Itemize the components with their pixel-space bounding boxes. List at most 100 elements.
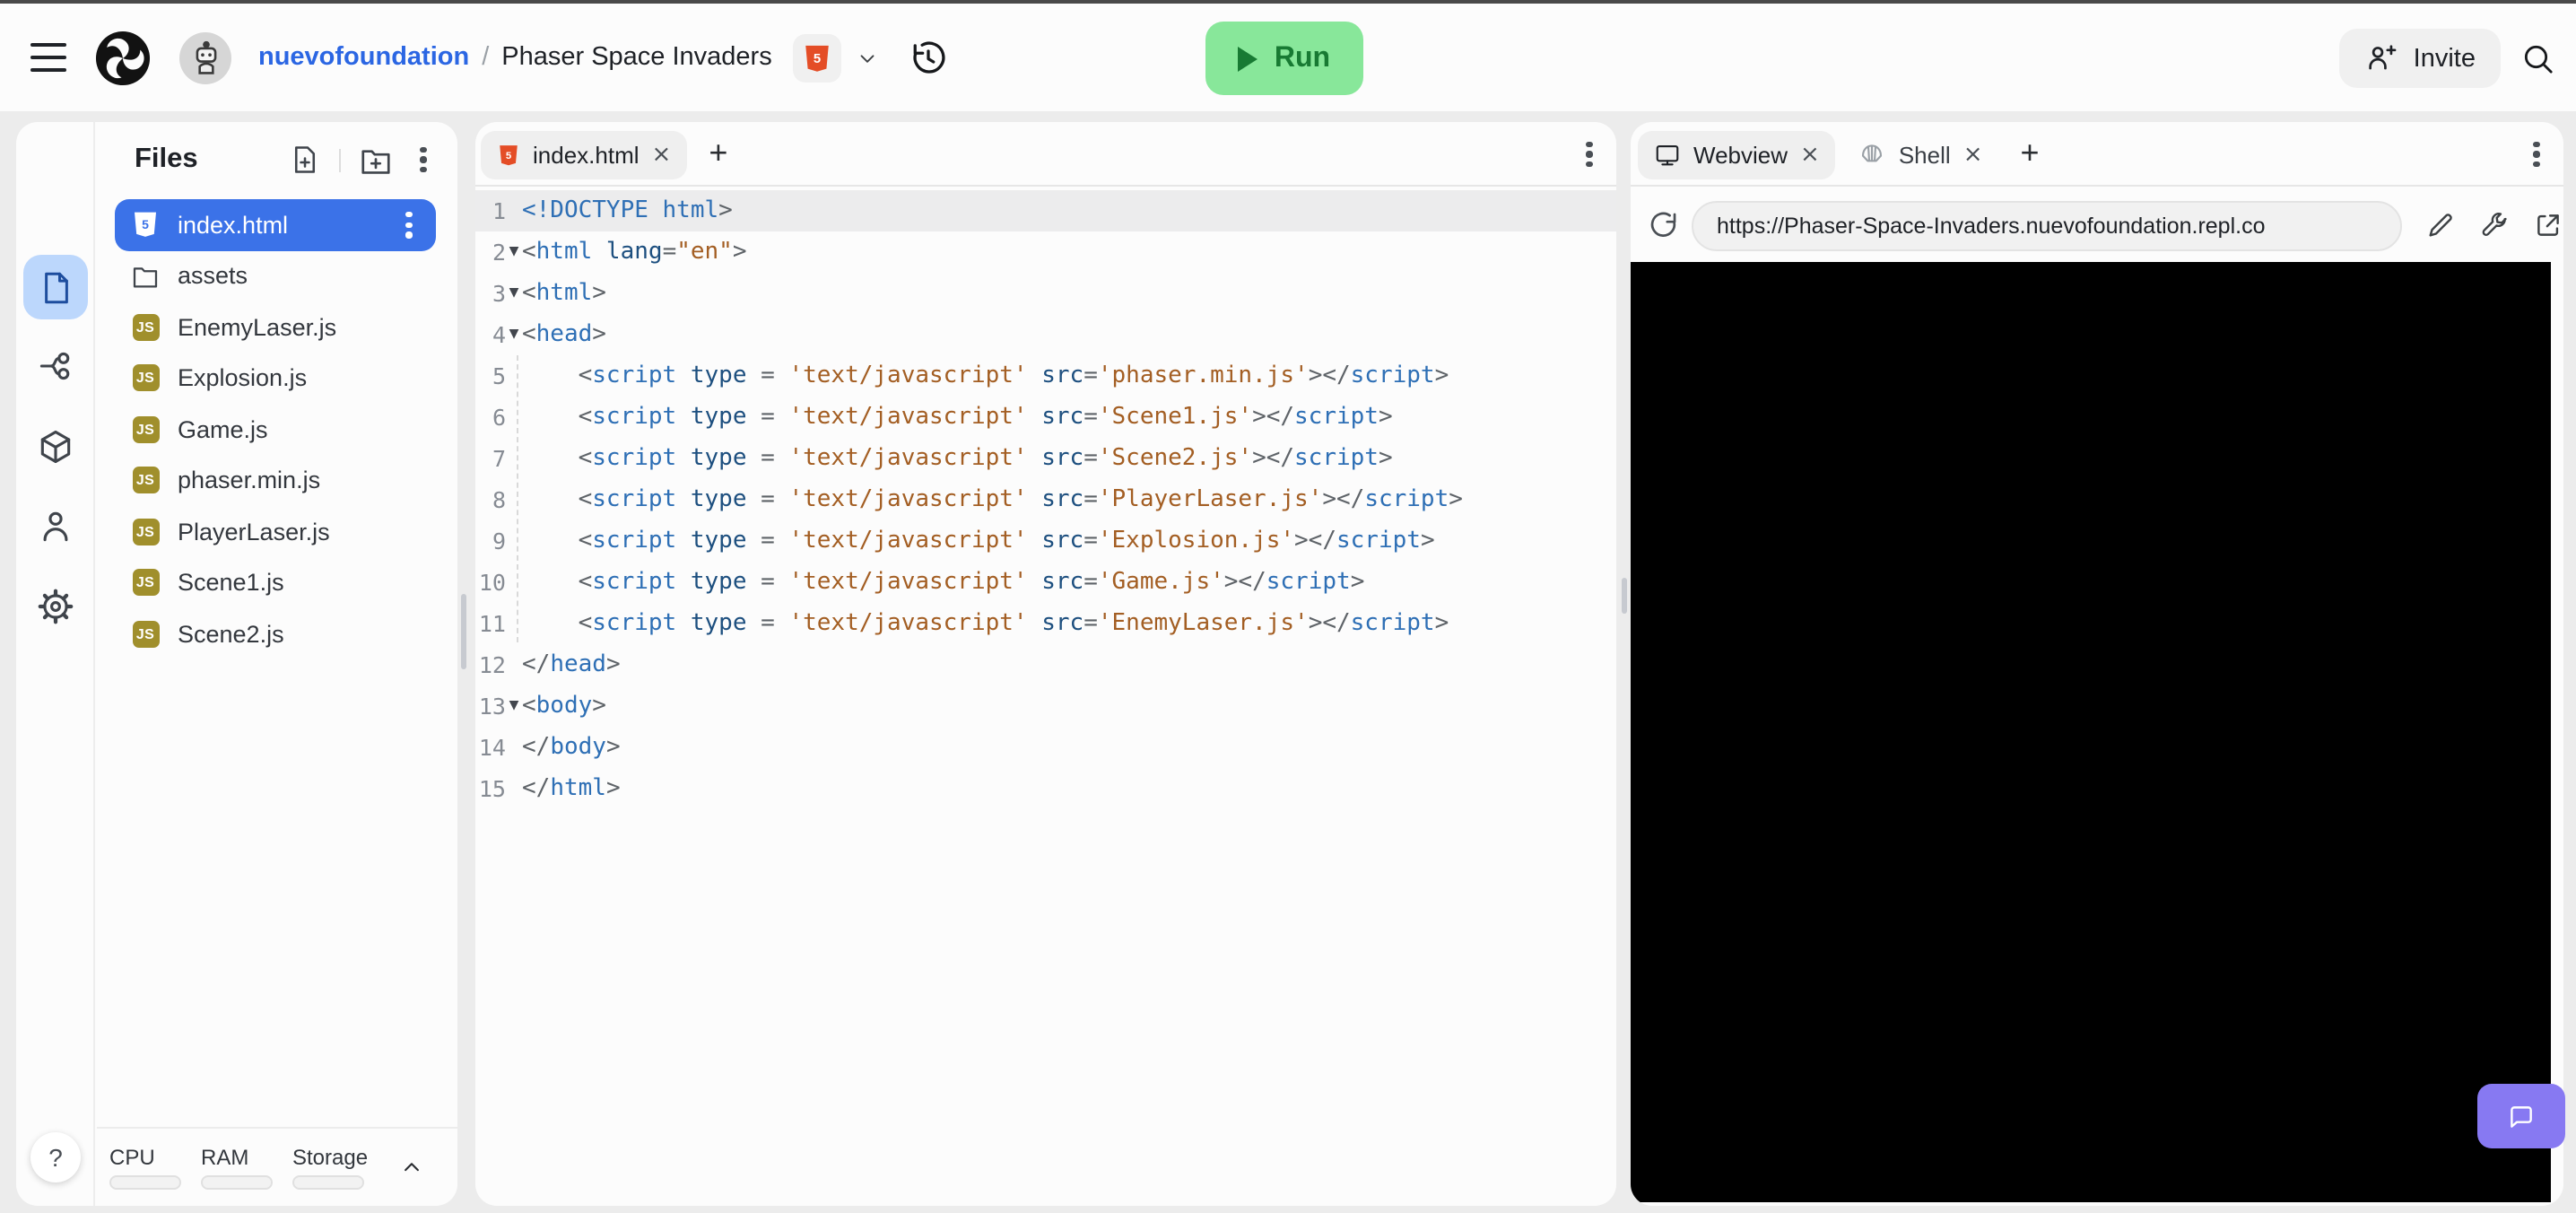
- code-line-2: 2 ▼ <html lang="en">: [475, 231, 1616, 273]
- code-text: </head>: [522, 651, 621, 678]
- tab-index-html[interactable]: 5 index.html ×: [481, 130, 688, 179]
- resource-meter-storage: Storage: [292, 1145, 368, 1190]
- webview-content[interactable]: [1631, 261, 2551, 1202]
- file-row-PlayerLaser.js[interactable]: JS PlayerLaser.js: [115, 506, 436, 557]
- file-row-Game.js[interactable]: JS Game.js: [115, 404, 436, 455]
- tab-shell[interactable]: Shell ×: [1843, 130, 1999, 179]
- url-input[interactable]: [1692, 200, 2402, 250]
- fold-gutter: [506, 727, 522, 768]
- js-icon: JS: [131, 415, 160, 444]
- files-section: Files 5 index.html assets JS EnemyLaser.js JS…: [97, 122, 457, 1206]
- editor-scrollbar-thumb[interactable]: [1621, 578, 1627, 614]
- editor-panel: 5 index.html × + 1 <!DOCTYPE html> 2 ▼ <html…: [475, 122, 1616, 1206]
- sidebar-item-files[interactable]: [23, 255, 88, 319]
- search-icon[interactable]: [2520, 41, 2556, 77]
- invite-button-label: Invite: [2413, 44, 2476, 73]
- fold-arrow-icon[interactable]: ▼: [506, 685, 522, 727]
- webview-menu-kebab[interactable]: [2524, 136, 2549, 172]
- code-line-15: 15 </html>: [475, 768, 1616, 809]
- close-tab-icon[interactable]: ×: [652, 143, 672, 166]
- files-panel-title: Files: [135, 144, 198, 174]
- code-editor[interactable]: 1 <!DOCTYPE html> 2 ▼ <html lang="en"> 3 ▼ <htm…: [475, 190, 1616, 809]
- new-tab-button[interactable]: +: [2021, 135, 2040, 172]
- project-language-badge[interactable]: 5: [793, 33, 842, 82]
- html5-icon: 5: [805, 44, 830, 71]
- code-text: </body>: [522, 734, 621, 761]
- line-number: 7: [492, 445, 506, 472]
- file-row-Explosion.js[interactable]: JS Explosion.js: [115, 353, 436, 404]
- file-list: 5 index.html assets JS EnemyLaser.js JS Explos…: [115, 199, 436, 659]
- fold-gutter: [506, 438, 522, 479]
- chevron-down-icon[interactable]: [857, 46, 880, 69]
- gear-icon: [38, 589, 74, 624]
- new-tab-button[interactable]: +: [709, 135, 727, 172]
- add-folder-button[interactable]: [359, 143, 393, 177]
- fold-arrow-icon[interactable]: ▼: [506, 314, 522, 355]
- file-name: Scene2.js: [178, 620, 284, 648]
- replit-logo[interactable]: [95, 30, 151, 85]
- close-tab-icon[interactable]: ×: [1800, 143, 1820, 166]
- sidebar-item-settings[interactable]: [23, 574, 88, 639]
- breadcrumb-project-title: Phaser Space Invaders: [501, 43, 772, 72]
- sidebar-item-version-control[interactable]: [23, 334, 88, 398]
- invite-button[interactable]: Invite: [2339, 29, 2501, 88]
- hamburger-menu-button[interactable]: [29, 38, 68, 77]
- file-row-Scene1.js[interactable]: JS Scene1.js: [115, 557, 436, 608]
- tab-webview[interactable]: Webview ×: [1638, 130, 1836, 179]
- add-file-button[interactable]: [289, 144, 321, 176]
- js-icon: JS: [131, 569, 160, 598]
- file-name: phaser.min.js: [178, 467, 321, 494]
- close-tab-icon[interactable]: ×: [1963, 143, 1983, 166]
- robot-avatar-icon: [195, 40, 216, 74]
- line-number: 8: [492, 486, 506, 513]
- file-row-index.html[interactable]: 5 index.html: [115, 199, 436, 250]
- file-row-EnemyLaser.js[interactable]: JS EnemyLaser.js: [115, 301, 436, 353]
- refresh-icon[interactable]: [1647, 208, 1681, 242]
- file-row-phaser.min.js[interactable]: JS phaser.min.js: [115, 455, 436, 506]
- sidebar-item-packages[interactable]: [23, 415, 88, 479]
- breadcrumb: nuevofoundation / Phaser Space Invaders: [258, 43, 772, 72]
- sidebar-item-account[interactable]: [23, 493, 88, 558]
- files-scrollbar-thumb[interactable]: [460, 594, 466, 669]
- resource-progress-bar: [201, 1175, 273, 1190]
- run-button[interactable]: Run: [1205, 22, 1363, 95]
- code-line-13: 13 ▼ <body>: [475, 685, 1616, 727]
- avatar[interactable]: [179, 31, 231, 83]
- history-icon[interactable]: [909, 37, 950, 78]
- svg-text:5: 5: [814, 51, 822, 65]
- edit-url-pencil-icon[interactable]: [2425, 210, 2456, 240]
- cube-icon: [40, 430, 71, 464]
- fold-arrow-icon[interactable]: ▼: [506, 273, 522, 314]
- svg-text:5: 5: [506, 150, 511, 161]
- chat-button[interactable]: [2477, 1084, 2565, 1148]
- fold-gutter: [506, 603, 522, 644]
- shell-tab-label: Shell: [1898, 141, 1951, 168]
- sidebar-rail: ?: [16, 122, 95, 1206]
- file-row-assets[interactable]: assets: [115, 250, 436, 301]
- shell-icon: [1859, 141, 1886, 168]
- line-number: 14: [478, 734, 506, 761]
- fold-gutter: [506, 520, 522, 562]
- fold-arrow-icon[interactable]: ▼: [506, 231, 522, 273]
- file-icon: [44, 271, 67, 303]
- help-button[interactable]: ?: [30, 1132, 81, 1182]
- html5-icon: 5: [131, 211, 160, 240]
- file-options-kebab[interactable]: [396, 207, 422, 243]
- editor-menu-kebab[interactable]: [1577, 136, 1602, 172]
- files-menu-kebab[interactable]: [411, 142, 436, 178]
- breadcrumb-owner-link[interactable]: nuevofoundation: [258, 43, 469, 72]
- file-row-Scene2.js[interactable]: JS Scene2.js: [115, 608, 436, 659]
- play-icon: [1238, 46, 1258, 71]
- open-in-new-tab-icon[interactable]: [2533, 210, 2563, 240]
- line-number: 2: [492, 239, 506, 266]
- devtools-wrench-icon[interactable]: [2479, 210, 2510, 240]
- person-icon: [43, 511, 68, 542]
- chat-bubble-icon: [2511, 1105, 2532, 1127]
- fold-gutter: [506, 644, 522, 685]
- chevron-up-icon[interactable]: [398, 1154, 425, 1181]
- js-icon: JS: [131, 313, 160, 342]
- fold-gutter: [506, 355, 522, 397]
- line-number: 10: [478, 569, 506, 596]
- resource-progress-bar: [109, 1175, 181, 1190]
- code-line-7: 7 <script type = 'text/javascript' src='…: [475, 438, 1616, 479]
